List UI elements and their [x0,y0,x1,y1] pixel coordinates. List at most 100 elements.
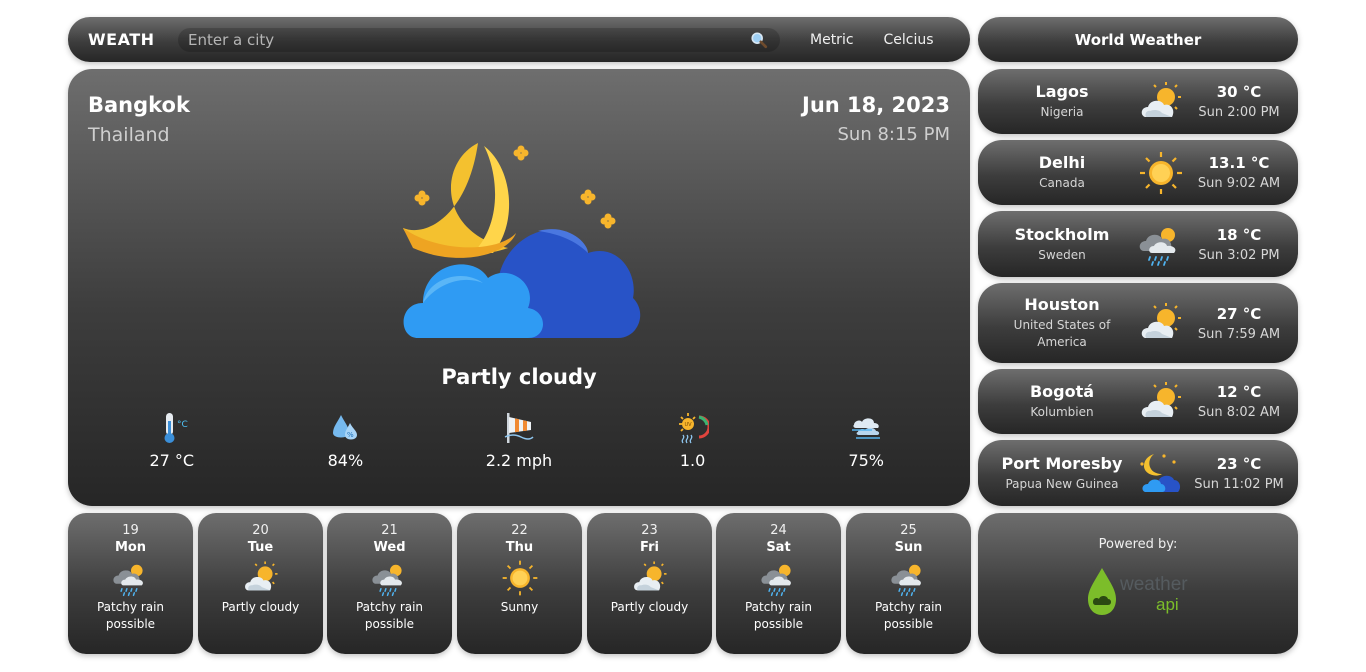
units-toggle[interactable]: Metric [810,32,854,48]
humidity-icon: % [333,415,358,440]
forecast-date: 25 [900,523,917,538]
world-city-temp: 18 °C [1216,225,1262,244]
forecast-day-card[interactable]: 22 Thu Sunny [457,513,582,654]
forecast-condition: Partly cloudy [221,600,300,614]
world-city-weather: 18 °C Sun 3:02 PM [1184,226,1294,263]
stat-uv: UV 1.0 [606,411,780,481]
world-city-card[interactable]: Lagos Nigeria 30 °C Sun 2:00 PM [978,69,1298,134]
powered-by-label: Powered by: [1098,537,1178,552]
world-city-card[interactable]: Port Moresby Papua New Guinea 23 °C Sun … [978,440,1298,506]
current-country: Thailand [88,124,170,146]
patchy-rain-icon [371,564,402,597]
patchy-rain-icon [760,564,791,597]
logo-word-weather: weather [1119,574,1188,595]
world-city-temp: 23 °C [1216,454,1262,473]
svg-text:UV: UV [684,422,692,428]
world-city-time: Sun 7:59 AM [1197,326,1281,342]
world-city-country: Nigeria [1040,105,1084,119]
sunny-icon [502,560,537,596]
current-date: Jun 18, 2023 [802,93,950,117]
forecast-day-card[interactable]: 19 Mon Patchy rain possible [68,513,193,654]
temperature-unit-toggle[interactable]: Celcius [884,32,934,48]
forecast-day-card[interactable]: 21 Wed Patchy rain possible [327,513,452,654]
world-city-country: United States of America [1013,318,1111,349]
forecast-date: 23 [641,523,658,538]
world-city-info: Delhi Canada [978,153,1146,192]
patchy-rain-icon [1139,228,1176,266]
world-city-info: Port Moresby Papua New Guinea [978,454,1146,493]
current-city: Bangkok [88,93,190,117]
world-city-temp: 12 °C [1216,383,1262,401]
partly-cloudy-sun-icon [1141,81,1181,117]
world-city-weather: 30 °C Sun 2:00 PM [1184,83,1294,120]
partly-cloudy-sun-icon [1141,381,1181,417]
world-city-name: Lagos [1035,82,1089,101]
world-city-weather: 13.1 °C Sun 9:02 AM [1184,154,1294,191]
stat-humidity: % 84% [259,411,433,481]
world-city-info: Lagos Nigeria [978,82,1146,121]
forecast-condition: Patchy rain possible [744,600,813,631]
current-stats: °C 27 °C % 84% 2.2 mph UV 1.0 75% [85,411,953,481]
world-city-info: Stockholm Sweden [978,225,1146,264]
app-brand: WEATH [88,30,155,49]
world-city-time: Sun 11:02 PM [1194,476,1284,492]
svg-text:°C: °C [177,420,188,430]
search-icon[interactable] [750,31,768,49]
stat-humidity-value: 84% [327,451,364,470]
forecast-weekday: Thu [505,540,534,555]
world-city-country: Sweden [1038,247,1086,262]
forecast-day-card[interactable]: 24 Sat Patchy rain possible [716,513,841,654]
world-weather-header: World Weather [978,17,1298,62]
forecast-day-card[interactable]: 23 Fri Partly cloudy [587,513,712,654]
forecast-day-card[interactable]: 20 Tue Partly cloudy [198,513,323,654]
current-time: Sun 8:15 PM [837,124,951,145]
forecast-weekday: Fri [640,540,659,555]
forecast-date: 19 [122,523,139,538]
stat-cloud: 75% [779,411,953,481]
forecast-condition: Sunny [500,600,539,614]
stat-cloud-value: 75% [848,451,884,470]
weatherapi-logo-icon[interactable]: weather api [1086,566,1190,618]
world-city-time: Sun 9:02 AM [1197,176,1281,191]
forecast-weekday: Wed [373,540,406,555]
forecast-date: 24 [770,523,787,538]
stat-uv-value: 1.0 [679,451,706,470]
stat-temperature-value: 27 °C [149,451,195,470]
world-city-card[interactable]: Bogotá Kolumbien 12 °C Sun 8:02 AM [978,369,1298,434]
city-search-input[interactable] [178,30,738,49]
world-city-time: Sun 3:02 PM [1198,247,1280,263]
world-city-card[interactable]: Delhi Canada 13.1 °C Sun 9:02 AM [978,140,1298,205]
patchy-rain-icon [890,564,921,597]
forecast-weekday: Sun [894,540,923,555]
world-weather-title: World Weather [1074,30,1202,49]
forecast-date: 21 [381,523,398,538]
partly-cloudy-night-icon [403,143,641,338]
world-city-country: Kolumbien [1030,405,1094,419]
world-city-card[interactable]: Houston United States of America 27 °C S… [978,283,1298,363]
world-city-country: Papua New Guinea [1005,476,1119,491]
current-condition: Partly cloudy [441,365,597,389]
world-city-weather: 12 °C Sun 8:02 AM [1184,383,1294,420]
forecast-day-card[interactable]: 25 Sun Patchy rain possible [846,513,971,654]
current-weather-card: Bangkok Thailand Jun 18, 2023 Sun 8:15 P… [68,69,970,506]
forecast-weekday: Tue [247,540,274,555]
svg-text:%: % [347,431,354,439]
forecast-condition: Patchy rain possible [96,600,165,631]
thermometer-icon: °C [164,413,188,443]
world-city-temp: 13.1 °C [1208,154,1270,172]
world-city-weather: 27 °C Sun 7:59 AM [1184,305,1294,342]
partly-cloudy-sun-icon [633,561,667,591]
uv-index-icon: UV [678,413,709,444]
forecast-date: 22 [511,523,528,538]
world-city-country: Canada [1039,176,1085,190]
forecast-weekday: Sat [766,540,791,555]
patchy-rain-icon [112,564,143,597]
sunny-icon [1140,151,1182,194]
world-city-time: Sun 2:00 PM [1198,105,1280,120]
world-city-name: Bogotá [1029,382,1095,401]
world-city-card[interactable]: Stockholm Sweden 18 °C Sun 3:02 PM [978,211,1298,277]
world-city-name: Stockholm [1014,224,1110,244]
forecast-condition: Patchy rain possible [355,600,424,631]
powered-by-card: Powered by: weather api [978,513,1298,654]
world-city-name: Delhi [1038,153,1086,172]
